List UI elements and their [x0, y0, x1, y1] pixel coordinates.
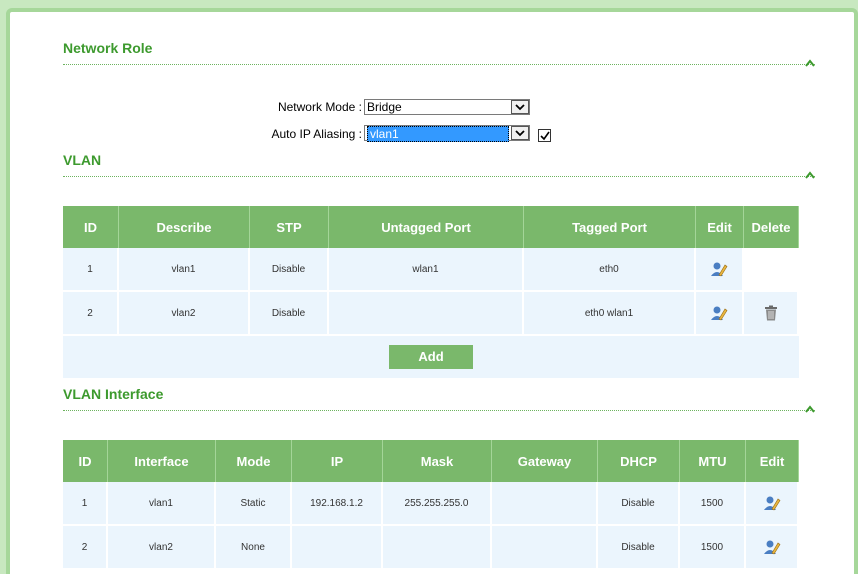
- cell-mask: [383, 526, 492, 570]
- table-row: 2 vlan2 Disable eth0 wlan1: [63, 292, 799, 336]
- cell-edit: [696, 292, 744, 336]
- col-header-dhcp: DHCP: [598, 440, 680, 482]
- cell-mtu: 1500: [680, 482, 746, 526]
- chevron-up-icon[interactable]: [804, 58, 816, 68]
- cell-mode: None: [216, 526, 292, 570]
- table-row: 1 vlan1 Static 192.168.1.2 255.255.255.0…: [63, 482, 799, 526]
- cell-stp: Disable: [250, 248, 329, 292]
- col-header-delete: Delete: [744, 206, 799, 248]
- cell-ip: 192.168.1.2: [292, 482, 383, 526]
- cell-gateway: [492, 482, 598, 526]
- col-header-ip: IP: [292, 440, 383, 482]
- cell-stp: Disable: [250, 292, 329, 336]
- vlan-title: VLAN: [63, 152, 102, 168]
- cell-id: 1: [63, 482, 108, 526]
- settings-panel: Network Role Network Mode : Bridge Auto …: [6, 8, 858, 574]
- auto-ip-value: vlan1: [367, 126, 509, 142]
- table-header-row: ID Interface Mode IP Mask Gateway DHCP M…: [63, 440, 799, 482]
- col-header-id: ID: [63, 206, 119, 248]
- cell-id: 2: [63, 292, 119, 336]
- cell-ip: [292, 526, 383, 570]
- network-mode-value: Bridge: [367, 100, 402, 114]
- add-cell: Add: [63, 336, 799, 380]
- table-header-row: ID Describe STP Untagged Port Tagged Por…: [63, 206, 799, 248]
- cell-dhcp: Disable: [598, 526, 680, 570]
- cell-untagged: [329, 292, 524, 336]
- auto-ip-select[interactable]: vlan1: [364, 125, 530, 142]
- cell-edit: [746, 526, 799, 570]
- col-header-mode: Mode: [216, 440, 292, 482]
- vlan-interface-table: ID Interface Mode IP Mask Gateway DHCP M…: [63, 440, 799, 570]
- cell-tagged: eth0: [524, 248, 696, 292]
- col-header-edit: Edit: [746, 440, 799, 482]
- table-row: 2 vlan2 None Disable 1500: [63, 526, 799, 570]
- cell-mtu: 1500: [680, 526, 746, 570]
- chevron-down-icon: [511, 126, 529, 140]
- cell-describe: vlan1: [119, 248, 250, 292]
- cell-id: 2: [63, 526, 108, 570]
- vlan-table: ID Describe STP Untagged Port Tagged Por…: [63, 206, 799, 380]
- col-header-stp: STP: [250, 206, 329, 248]
- network-role-title: Network Role: [63, 40, 153, 56]
- cell-mode: Static: [216, 482, 292, 526]
- vlan-interface-title: VLAN Interface: [63, 386, 164, 402]
- col-header-mtu: MTU: [680, 440, 746, 482]
- edit-user-icon[interactable]: [763, 538, 781, 556]
- section-divider: [63, 64, 815, 65]
- table-row: 1 vlan1 Disable wlan1 eth0: [63, 248, 799, 292]
- cell-edit: [696, 248, 744, 292]
- cell-dhcp: Disable: [598, 482, 680, 526]
- cell-mask: 255.255.255.0: [383, 482, 492, 526]
- section-divider: [63, 410, 815, 411]
- col-header-describe: Describe: [119, 206, 250, 248]
- chevron-up-icon[interactable]: [804, 404, 816, 414]
- cell-delete: [744, 292, 799, 336]
- col-header-tagged-port: Tagged Port: [524, 206, 696, 248]
- cell-delete: [744, 248, 799, 292]
- cell-describe: vlan2: [119, 292, 250, 336]
- checkmark-icon: [539, 131, 550, 140]
- cell-tagged: eth0 wlan1: [524, 292, 696, 336]
- edit-user-icon[interactable]: [710, 304, 728, 322]
- cell-edit: [746, 482, 799, 526]
- edit-user-icon[interactable]: [710, 260, 728, 278]
- col-header-id: ID: [63, 440, 108, 482]
- add-vlan-button[interactable]: Add: [389, 345, 473, 369]
- section-divider: [63, 176, 815, 177]
- chevron-up-icon[interactable]: [804, 170, 816, 180]
- network-mode-select[interactable]: Bridge: [364, 99, 530, 115]
- cell-gateway: [492, 526, 598, 570]
- cell-id: 1: [63, 248, 119, 292]
- col-header-untagged-port: Untagged Port: [329, 206, 524, 248]
- col-header-edit: Edit: [696, 206, 744, 248]
- edit-user-icon[interactable]: [763, 494, 781, 512]
- chevron-down-icon: [511, 100, 529, 114]
- auto-ip-label: Auto IP Aliasing :: [271, 127, 362, 141]
- col-header-mask: Mask: [383, 440, 492, 482]
- add-row: Add: [63, 336, 799, 380]
- col-header-gateway: Gateway: [492, 440, 598, 482]
- trash-icon[interactable]: [764, 305, 778, 321]
- network-mode-label: Network Mode :: [277, 100, 362, 114]
- cell-interface: vlan2: [108, 526, 216, 570]
- col-header-interface: Interface: [108, 440, 216, 482]
- auto-ip-checkbox[interactable]: [538, 129, 551, 142]
- cell-untagged: wlan1: [329, 248, 524, 292]
- cell-interface: vlan1: [108, 482, 216, 526]
